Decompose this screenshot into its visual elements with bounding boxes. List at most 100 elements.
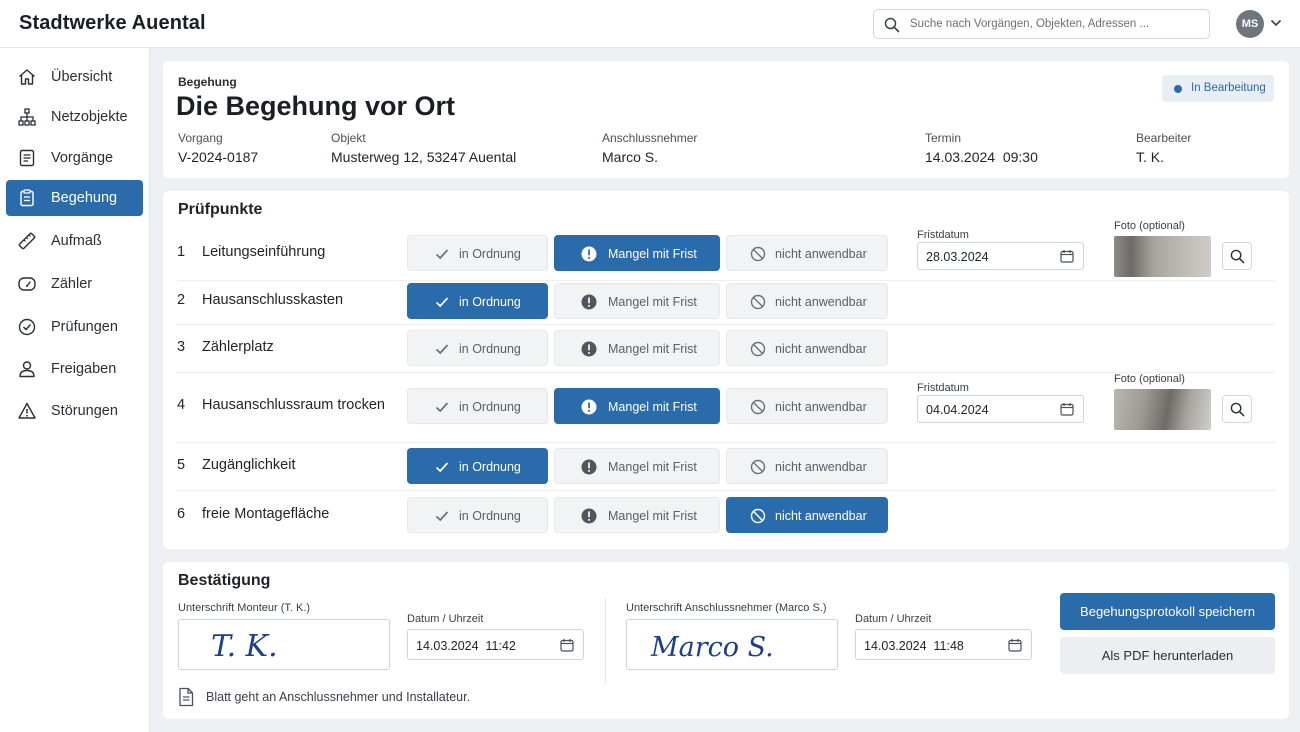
- signature-anschlussnehmer-text: Marco S.: [650, 632, 774, 663]
- document-icon: [179, 687, 194, 707]
- row-number: 1: [177, 244, 186, 260]
- signature-anschlussnehmer-datetime[interactable]: 14.03.2024 11:48: [855, 629, 1032, 660]
- option-in-ordnung[interactable]: in Ordnung: [407, 497, 548, 533]
- sidebar-item-netzobjekte[interactable]: Netzobjekte: [6, 99, 143, 135]
- user-avatar[interactable]: MS: [1236, 10, 1264, 38]
- calendar-icon[interactable]: [1060, 402, 1074, 416]
- option-in-ordnung[interactable]: in Ordnung: [407, 388, 548, 424]
- bearbeiter-value: T. K.: [1136, 149, 1165, 165]
- row-divider: [177, 372, 1275, 373]
- sidebar-item-begehung[interactable]: Begehung: [6, 180, 143, 216]
- sidebar-item-uebersicht[interactable]: Übersicht: [6, 59, 143, 95]
- chevron-down-icon[interactable]: [1270, 18, 1282, 28]
- option-label: in Ordnung: [459, 400, 521, 414]
- option-label: Mangel mit Frist: [608, 247, 697, 261]
- sidebar-item-vorgaenge[interactable]: Vorgänge: [6, 140, 143, 176]
- row-name: Zählerplatz: [202, 339, 274, 355]
- option-in-ordnung[interactable]: in Ordnung: [407, 235, 548, 271]
- option-label: nicht anwendbar: [775, 342, 867, 356]
- download-pdf-button[interactable]: Als PDF herunterladen: [1060, 637, 1275, 674]
- row-number: 2: [177, 292, 186, 308]
- sidebar-item-label: Aufmaß: [51, 233, 102, 249]
- zoom-photo-button[interactable]: [1222, 395, 1252, 423]
- signature-monteur-label: Unterschrift Monteur (T. K.): [178, 602, 311, 614]
- fristdatum-input[interactable]: 28.03.2024: [917, 242, 1084, 270]
- sidebar-item-pruefungen[interactable]: Prüfungen: [6, 309, 143, 345]
- zoom-photo-button[interactable]: [1222, 242, 1252, 270]
- date1-label: Datum / Uhrzeit: [407, 613, 484, 625]
- sidebar-item-aufmass[interactable]: Aufmaß: [6, 223, 143, 259]
- foto-label: Foto (optional): [1114, 220, 1185, 232]
- check-icon: [435, 402, 449, 413]
- row-name: Hausanschlussraum trocken: [202, 397, 385, 413]
- not-applicable-icon: [750, 399, 766, 415]
- sidebar-item-label: Netzobjekte: [51, 109, 128, 125]
- option-in-ordnung[interactable]: in Ordnung: [407, 330, 548, 366]
- status-text: In Bearbeitung: [1191, 82, 1266, 94]
- termin-label: Termin: [925, 131, 962, 145]
- page-kicker: Begehung: [178, 75, 237, 89]
- fristdatum-input[interactable]: 04.04.2024: [917, 395, 1084, 423]
- option-label: Mangel mit Frist: [608, 460, 697, 474]
- option-nicht-anwendbar[interactable]: nicht anwendbar: [726, 283, 888, 319]
- calendar-icon[interactable]: [1008, 638, 1022, 652]
- option-mangel-mit-frist[interactable]: Mangel mit Frist: [554, 388, 720, 424]
- objekt-label: Objekt: [331, 131, 366, 145]
- option-mangel-mit-frist[interactable]: Mangel mit Frist: [554, 497, 720, 533]
- search-input[interactable]: [910, 15, 1200, 33]
- option-nicht-anwendbar[interactable]: nicht anwendbar: [726, 330, 888, 366]
- gauge-icon: [18, 277, 36, 291]
- sidebar-item-label: Begehung: [51, 190, 118, 206]
- row-name: Hausanschlusskasten: [202, 292, 344, 308]
- sidebar-item-zaehler[interactable]: Zähler: [6, 266, 143, 302]
- foto-thumbnail[interactable]: [1114, 389, 1211, 430]
- alert-icon: [581, 508, 597, 524]
- datetime-value: 14.03.2024 11:48: [864, 639, 964, 653]
- signature-monteur-drawing: T. K.: [211, 629, 278, 664]
- option-mangel-mit-frist[interactable]: Mangel mit Frist: [554, 330, 720, 366]
- option-in-ordnung[interactable]: in Ordnung: [407, 283, 548, 319]
- row-divider: [177, 324, 1275, 325]
- row-number: 4: [177, 397, 186, 413]
- sidebar-item-label: Übersicht: [51, 69, 113, 85]
- signature-monteur-field[interactable]: T. K.: [178, 619, 390, 670]
- search-box[interactable]: [873, 9, 1210, 39]
- option-label: nicht anwendbar: [775, 247, 867, 261]
- user-icon: [19, 361, 35, 378]
- option-nicht-anwendbar[interactable]: nicht anwendbar: [726, 235, 888, 271]
- not-applicable-icon: [750, 508, 766, 524]
- check-icon: [435, 297, 449, 308]
- sidebar-item-stoerungen[interactable]: Störungen: [6, 393, 143, 429]
- option-in-ordnung[interactable]: in Ordnung: [407, 448, 548, 484]
- option-label: in Ordnung: [459, 342, 521, 356]
- option-mangel-mit-frist[interactable]: Mangel mit Frist: [554, 448, 720, 484]
- sidebar-item-label: Störungen: [51, 403, 118, 419]
- signature-anschlussnehmer-label: Unterschrift Anschlussnehmer (Marco S.): [626, 602, 827, 614]
- app-brand: Stadtwerke Auental: [19, 12, 206, 34]
- signature-anschlussnehmer-field[interactable]: Marco S.: [626, 619, 838, 670]
- calendar-icon[interactable]: [560, 638, 574, 652]
- option-nicht-anwendbar[interactable]: nicht anwendbar: [726, 448, 888, 484]
- check-icon: [435, 511, 449, 522]
- section-title: Prüfpunkte: [178, 201, 263, 218]
- option-nicht-anwendbar[interactable]: nicht anwendbar: [726, 388, 888, 424]
- option-mangel-mit-frist[interactable]: Mangel mit Frist: [554, 283, 720, 319]
- sidebar-item-label: Zähler: [51, 276, 93, 292]
- row-number: 6: [177, 506, 186, 522]
- magnifier-icon: [1230, 402, 1245, 417]
- option-label: nicht anwendbar: [775, 460, 867, 474]
- calendar-icon[interactable]: [1060, 249, 1074, 263]
- not-applicable-icon: [750, 459, 766, 475]
- sidebar-item-freigaben[interactable]: Freigaben: [6, 351, 143, 387]
- signature-monteur-datetime[interactable]: 14.03.2024 11:42: [407, 629, 584, 660]
- option-mangel-mit-frist[interactable]: Mangel mit Frist: [554, 235, 720, 271]
- ruler-icon: [18, 232, 36, 250]
- option-label: in Ordnung: [459, 460, 521, 474]
- termin-value: 14.03.2024 09:30: [925, 149, 1038, 165]
- top-bar: Stadtwerke Auental MS: [0, 0, 1300, 48]
- foto-thumbnail[interactable]: [1114, 236, 1211, 277]
- magnifier-icon: [1230, 249, 1245, 264]
- option-nicht-anwendbar[interactable]: nicht anwendbar: [726, 497, 888, 533]
- search-icon: [884, 17, 900, 33]
- save-protocol-button[interactable]: Begehungsprotokoll speichern: [1060, 593, 1275, 630]
